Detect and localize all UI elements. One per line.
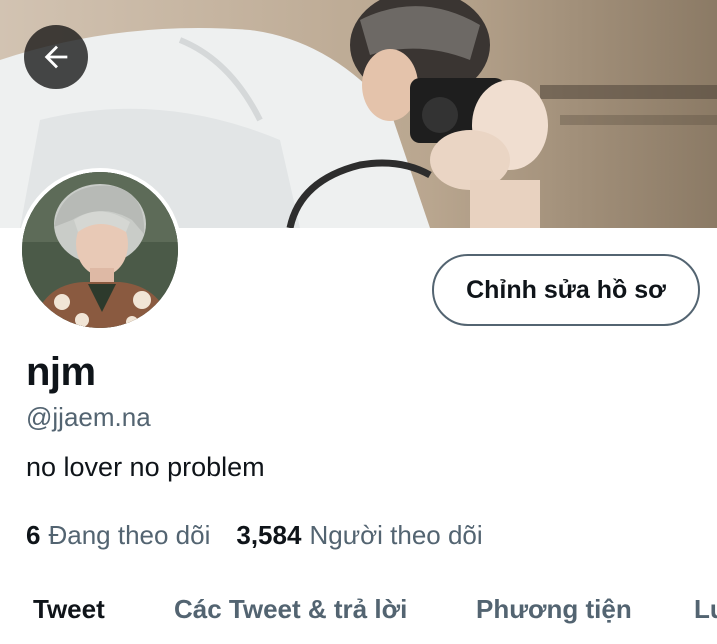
profile-bio: no lover no problem bbox=[26, 452, 265, 482]
following-count: 6 bbox=[26, 520, 41, 550]
followers-label: Người theo dõi bbox=[309, 520, 483, 550]
display-name: njm bbox=[26, 350, 96, 394]
back-button[interactable] bbox=[24, 25, 88, 89]
followers-link[interactable]: 3,584 Người theo dõi bbox=[236, 520, 482, 551]
tab-media[interactable]: Phương tiện bbox=[476, 594, 632, 625]
followers-count: 3,584 bbox=[236, 520, 302, 550]
arrow-left-icon bbox=[39, 40, 73, 74]
user-handle: @jjaem.na bbox=[26, 402, 151, 432]
tab-tweets[interactable]: Tweet bbox=[33, 594, 105, 625]
avatar[interactable] bbox=[18, 168, 182, 332]
tab-tweets-and-replies[interactable]: Các Tweet & trả lời bbox=[174, 594, 407, 625]
follow-stats: 6 Đang theo dõi 3,584 Người theo dõi bbox=[26, 520, 483, 551]
tab-likes[interactable]: Lư bbox=[694, 594, 717, 625]
following-link[interactable]: 6 Đang theo dõi bbox=[26, 520, 210, 551]
profile-tabs: Tweet Các Tweet & trả lời Phương tiện Lư bbox=[0, 590, 717, 644]
profile-page: Chỉnh sửa hồ sơ njm @jjaem.na no lover n… bbox=[0, 0, 717, 644]
edit-profile-button[interactable]: Chỉnh sửa hồ sơ bbox=[432, 254, 700, 326]
following-label: Đang theo dõi bbox=[48, 520, 211, 550]
avatar-image bbox=[22, 172, 178, 328]
